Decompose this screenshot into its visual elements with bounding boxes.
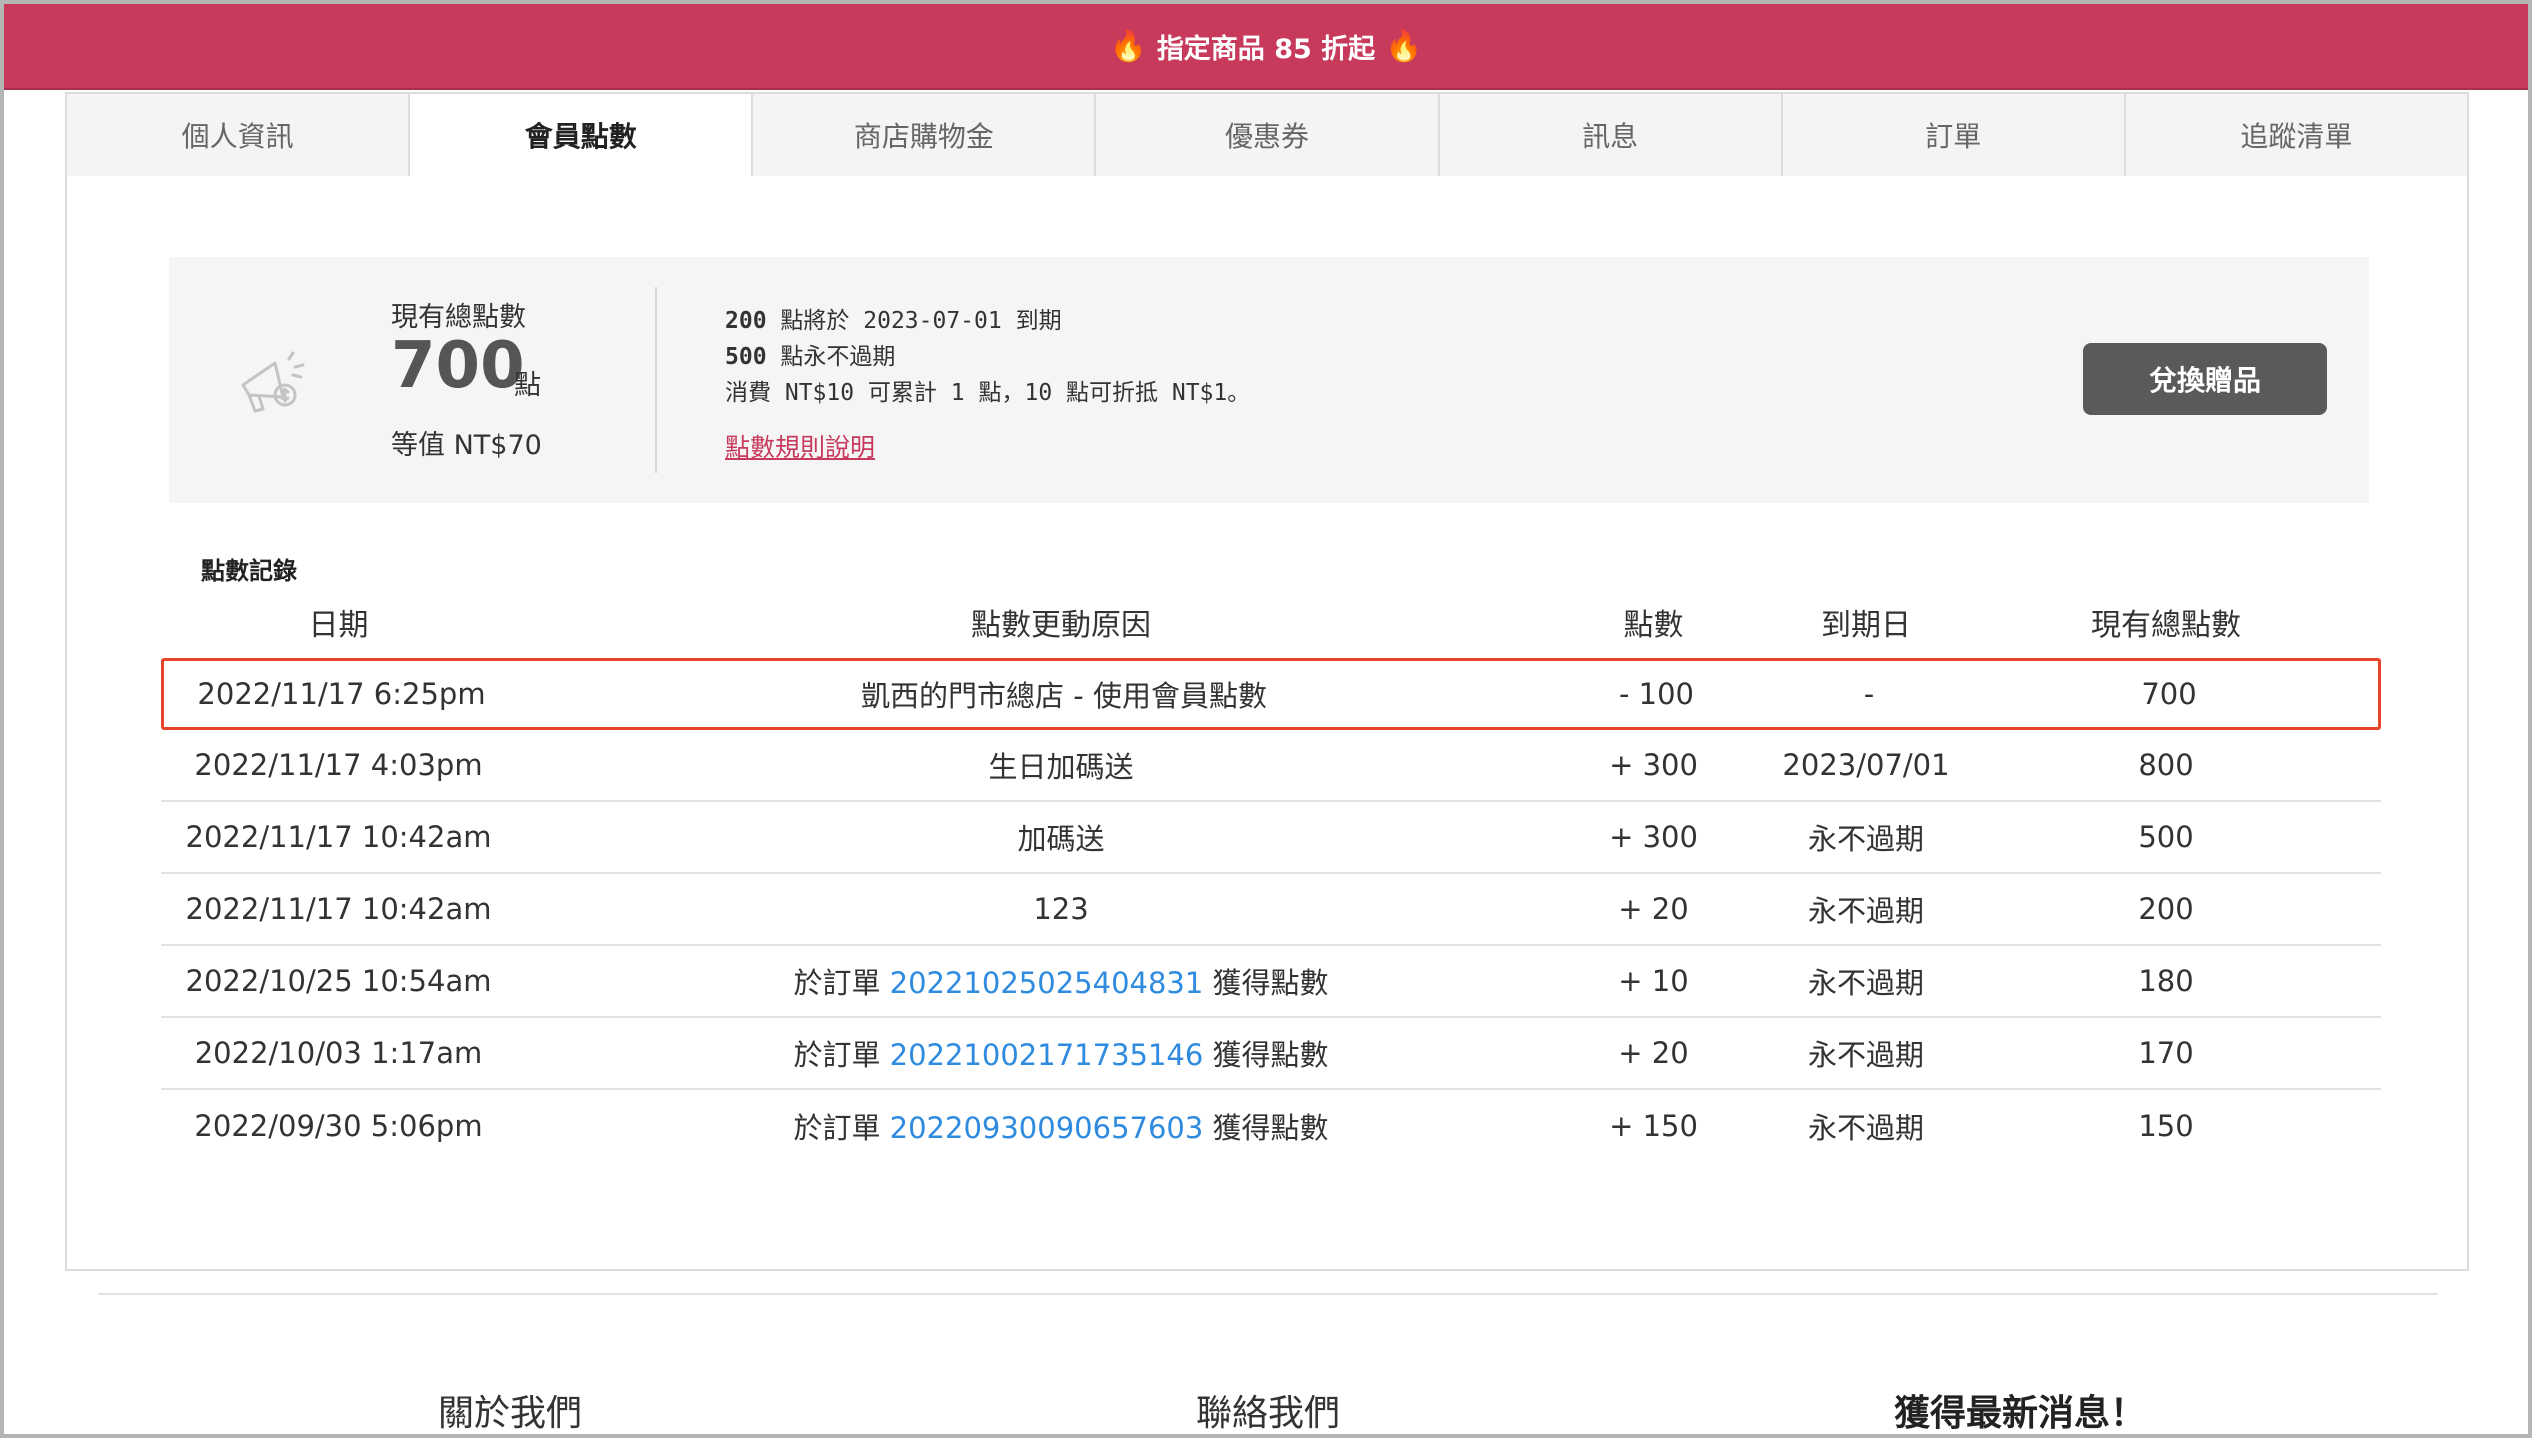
header-date: 日期 xyxy=(308,608,369,643)
table-row: 2022/10/03 1:17am 於訂單 20221002171735146 … xyxy=(161,1018,2381,1090)
row-date: 2022/09/30 5:06pm xyxy=(194,1109,483,1143)
reason-text: 凱西的門市總店 - 使用會員點數 xyxy=(861,679,1267,713)
earn-rule-text: 消費 NT$10 可累計 1 點，10 點可折抵 NT$1。 xyxy=(725,380,1251,406)
row-date: 2022/10/03 1:17am xyxy=(194,1036,483,1070)
footer-divider xyxy=(98,1293,2438,1295)
table-row: 2022/11/17 4:03pm 生日加碼送 + 300 2023/07/01… xyxy=(161,730,2381,802)
tab-orders[interactable]: 訂單 xyxy=(1782,92,2126,178)
expiring-points-line: 200 點將於 2023-07-01 到期 xyxy=(725,303,1250,339)
row-expiry: 永不過期 xyxy=(1807,966,1924,1000)
points-equivalent-value: 等值 NT$70 xyxy=(391,430,542,461)
megaphone-icon xyxy=(241,351,305,413)
row-points: + 10 xyxy=(1618,964,1689,998)
table-row: 2022/11/17 6:25pm 凱西的門市總店 - 使用會員點數 - 100… xyxy=(161,658,2381,730)
row-points: + 300 xyxy=(1609,820,1698,854)
row-date: 2022/11/17 6:25pm xyxy=(197,677,486,711)
expiring-points-text: 點將於 2023-07-01 到期 xyxy=(780,308,1062,334)
row-points: + 20 xyxy=(1618,1036,1689,1070)
redeem-gift-button[interactable]: 兌換贈品 xyxy=(2083,343,2327,415)
row-reason: 於訂單 20221002171735146 獲得點數 xyxy=(516,1032,1606,1074)
fire-icon: 🔥 xyxy=(1385,28,1423,64)
row-date: 2022/11/17 10:42am xyxy=(185,820,492,854)
header-expiry: 到期日 xyxy=(1821,608,1911,643)
total-points-unit: 點 xyxy=(514,370,541,401)
row-total: 800 xyxy=(2138,748,2194,782)
row-reason: 於訂單 20220930090657603 獲得點數 xyxy=(516,1105,1606,1147)
tab-member-points[interactable]: 會員點數 xyxy=(410,92,754,178)
row-total: 150 xyxy=(2138,1109,2194,1143)
row-expiry: 永不過期 xyxy=(1807,894,1924,928)
points-panel: 現有總點數 700 點 等值 NT$70 200 點將於 2023-07-01 … xyxy=(65,176,2469,1271)
table-header: 日期 點數更動原因 點數 到期日 現有總點數 xyxy=(161,586,2381,658)
total-points-value: 700 xyxy=(391,329,525,403)
promo-text: 指定商品 85 折起 xyxy=(1156,33,1376,65)
reason-text-suffix: 獲得點數 xyxy=(1203,966,1329,1000)
row-reason: 於訂單 20221025025404831 獲得點數 xyxy=(516,960,1606,1002)
row-reason: 123 xyxy=(516,892,1606,926)
footer-news-heading: 獲得最新消息！ xyxy=(1894,1393,2147,1434)
tab-store-credit[interactable]: 商店購物金 xyxy=(753,92,1097,178)
row-reason: 生日加碼送 xyxy=(516,744,1606,786)
order-number-link[interactable]: 20220930090657603 xyxy=(890,1111,1204,1145)
tab-messages[interactable]: 訊息 xyxy=(1439,92,1783,178)
points-record-title: 點數記錄 xyxy=(201,557,297,585)
reason-text: 於訂單 xyxy=(793,1111,890,1145)
reason-text: 於訂單 xyxy=(793,1038,890,1072)
row-total: 170 xyxy=(2138,1036,2194,1070)
reason-text: 加碼送 xyxy=(1017,822,1105,856)
permanent-points-line: 500 點永不過期 xyxy=(725,339,1250,375)
account-tabs: 個人資訊 會員點數 商店購物金 優惠券 訊息 訂單 追蹤清單 xyxy=(65,92,2469,178)
reason-text-suffix: 獲得點數 xyxy=(1203,1111,1329,1145)
row-reason: 加碼送 xyxy=(516,816,1606,858)
row-total: 180 xyxy=(2138,964,2194,998)
permanent-points-count: 500 xyxy=(725,344,767,370)
row-date: 2022/11/17 4:03pm xyxy=(194,748,483,782)
row-points: + 150 xyxy=(1609,1109,1698,1143)
summary-divider xyxy=(655,287,657,473)
row-total: 200 xyxy=(2138,892,2194,926)
permanent-points-text: 點永不過期 xyxy=(780,344,896,370)
row-points: + 300 xyxy=(1609,748,1698,782)
points-info: 200 點將於 2023-07-01 到期 500 點永不過期 消費 NT$10… xyxy=(725,303,1250,411)
points-rules-link[interactable]: 點數規則說明 xyxy=(725,428,875,464)
table-row: 2022/11/17 10:42am 123 + 20 永不過期 200 xyxy=(161,874,2381,946)
points-record-table: 日期 點數更動原因 點數 到期日 現有總點數 2022/11/17 6:25pm… xyxy=(161,586,2381,1162)
footer-about-heading[interactable]: 關於我們 xyxy=(438,1384,582,1436)
row-expiry: 永不過期 xyxy=(1807,1038,1924,1072)
row-expiry: 永不過期 xyxy=(1807,1111,1924,1145)
header-reason: 點數更動原因 xyxy=(971,608,1151,643)
tab-profile[interactable]: 個人資訊 xyxy=(65,92,411,178)
row-total: 700 xyxy=(2141,677,2197,711)
row-reason: 凱西的門市總店 - 使用會員點數 xyxy=(519,673,1609,715)
promo-banner[interactable]: 🔥 指定商品 85 折起 🔥 xyxy=(4,4,2528,90)
row-date: 2022/11/17 10:42am xyxy=(185,892,492,926)
reason-text: 於訂單 xyxy=(793,966,890,1000)
tab-wishlist[interactable]: 追蹤清單 xyxy=(2125,92,2469,178)
header-total: 現有總點數 xyxy=(2091,608,2241,643)
order-number-link[interactable]: 20221002171735146 xyxy=(890,1038,1204,1072)
reason-text: 123 xyxy=(1033,892,1089,926)
footer-contact-heading[interactable]: 聯絡我們 xyxy=(1196,1384,1340,1436)
tab-coupons[interactable]: 優惠券 xyxy=(1096,92,1440,178)
reason-text: 生日加碼送 xyxy=(988,750,1134,784)
points-summary-card: 現有總點數 700 點 等值 NT$70 200 點將於 2023-07-01 … xyxy=(169,257,2369,503)
fire-icon: 🔥 xyxy=(1109,28,1147,64)
row-date: 2022/10/25 10:54am xyxy=(185,964,492,998)
row-total: 500 xyxy=(2138,820,2194,854)
row-expiry: - xyxy=(1863,677,1875,711)
header-points: 點數 xyxy=(1623,608,1684,643)
table-row: 2022/10/25 10:54am 於訂單 20221025025404831… xyxy=(161,946,2381,1018)
order-number-link[interactable]: 20221025025404831 xyxy=(890,966,1204,1000)
row-expiry: 永不過期 xyxy=(1807,822,1924,856)
row-points: - 100 xyxy=(1618,677,1695,711)
reason-text-suffix: 獲得點數 xyxy=(1203,1038,1329,1072)
row-expiry: 2023/07/01 xyxy=(1782,748,1950,782)
expiring-points-count: 200 xyxy=(725,308,767,334)
row-points: + 20 xyxy=(1618,892,1689,926)
table-row: 2022/11/17 10:42am 加碼送 + 300 永不過期 500 xyxy=(161,802,2381,874)
table-row: 2022/09/30 5:06pm 於訂單 20220930090657603 … xyxy=(161,1090,2381,1162)
